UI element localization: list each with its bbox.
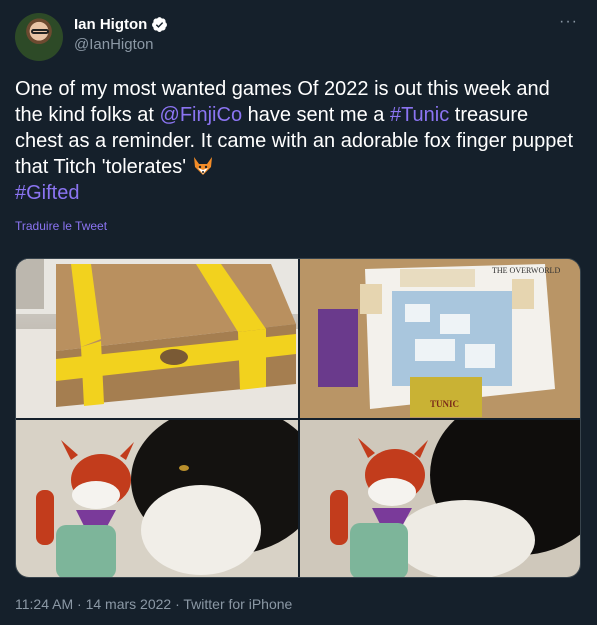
photo-cat-puppet-1[interactable] [16, 420, 298, 577]
avatar-glasses [31, 29, 49, 34]
hashtag-link[interactable]: #Gifted [15, 182, 79, 204]
booklet-title-label: TUNIC [430, 399, 460, 409]
map-contents-illustration [300, 259, 580, 418]
photo-cat-puppet-2[interactable] [300, 420, 580, 577]
avatar[interactable] [15, 13, 63, 61]
author-block: Ian Higton @IanHigton [74, 14, 168, 53]
cat-puppet-closeup-illustration [300, 420, 580, 577]
translate-tweet-link[interactable]: Traduire le Tweet [15, 219, 107, 233]
cat-puppet-illustration [16, 420, 298, 577]
display-name[interactable]: Ian Higton [74, 16, 147, 33]
tweet-text-segment: have sent me a [242, 104, 390, 126]
tweet-header: Ian Higton @IanHigton ··· [15, 13, 582, 61]
map-title-label: THE OVERWORLD [492, 266, 561, 275]
mention-link[interactable]: @FinjiCo [160, 104, 243, 126]
tweet-meta: 11:24 AM · 14 mars 2022 · Twitter for iP… [15, 596, 292, 612]
tweet-time[interactable]: 11:24 AM [15, 596, 73, 612]
verified-badge-icon [152, 16, 168, 32]
meta-separator: · [171, 596, 184, 612]
media-grid: THE OVERWORLD TUNIC [15, 258, 581, 578]
meta-separator: · [73, 596, 86, 612]
tweet-date[interactable]: 14 mars 2022 [86, 596, 172, 612]
fox-emoji-icon [193, 157, 212, 175]
more-options-icon[interactable]: ··· [559, 13, 578, 31]
display-name-row: Ian Higton [74, 14, 168, 34]
photo-treasure-chest[interactable] [16, 259, 298, 418]
photo-map-contents[interactable]: THE OVERWORLD TUNIC [300, 259, 580, 418]
author-handle[interactable]: @IanHigton [74, 36, 168, 53]
treasure-chest-illustration [16, 259, 298, 418]
tweet-text: One of my most wanted games Of 2022 is o… [15, 76, 575, 206]
tweet-source[interactable]: Twitter for iPhone [183, 596, 292, 612]
hashtag-link[interactable]: #Tunic [390, 104, 449, 126]
